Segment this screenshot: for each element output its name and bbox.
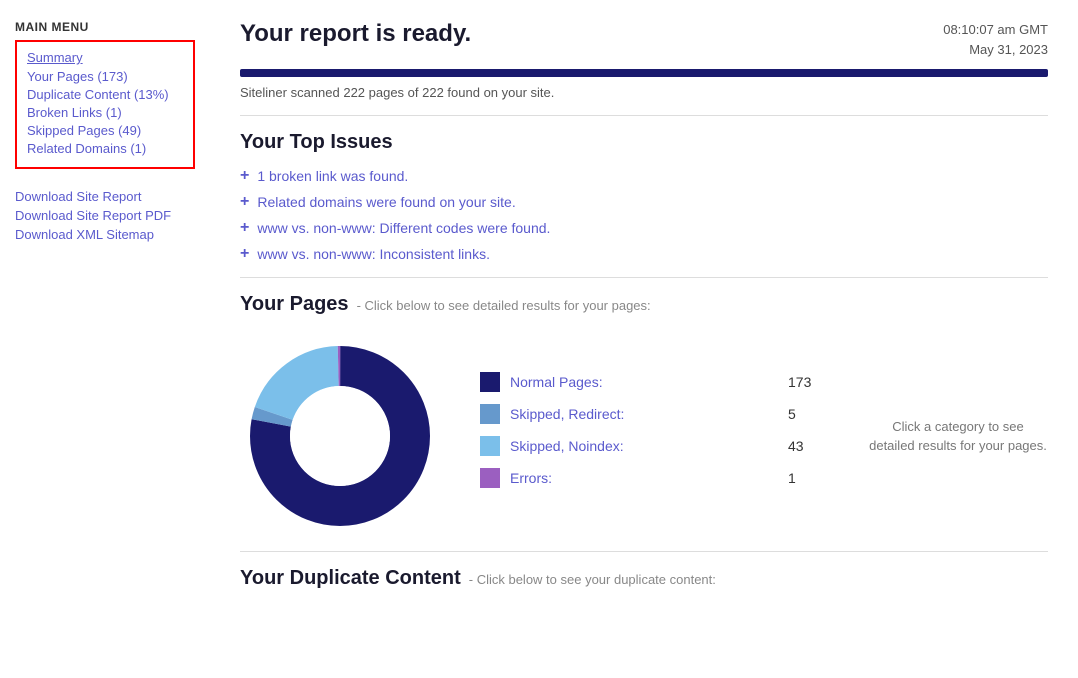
donut-svg bbox=[240, 336, 440, 536]
list-item[interactable]: + Related domains were found on your sit… bbox=[240, 194, 1048, 210]
main-content: Your report is ready. 08:10:07 am GMT Ma… bbox=[210, 0, 1078, 678]
download-xml-sitemap[interactable]: Download XML Sitemap bbox=[15, 227, 195, 242]
donut-center bbox=[290, 386, 390, 486]
timestamp-line2: May 31, 2023 bbox=[943, 40, 1048, 60]
legend-label-normal: Normal Pages: bbox=[510, 374, 778, 390]
divider-1 bbox=[240, 115, 1048, 116]
divider-2 bbox=[240, 277, 1048, 278]
report-timestamp: 08:10:07 am GMT May 31, 2023 bbox=[943, 20, 1048, 59]
list-item[interactable]: + www vs. non-www: Inconsistent links. bbox=[240, 246, 1048, 262]
sidebar-item-skipped-pages[interactable]: Skipped Pages (49) bbox=[27, 123, 183, 138]
donut-chart bbox=[240, 336, 440, 536]
sidebar-title: MAIN MENU bbox=[15, 20, 195, 34]
legend-item-noindex[interactable]: Skipped, Noindex: 43 bbox=[480, 436, 828, 456]
plus-icon: + bbox=[240, 168, 249, 184]
legend-item-normal[interactable]: Normal Pages: 173 bbox=[480, 372, 828, 392]
pages-section-header: Your Pages - Click below to see detailed… bbox=[240, 293, 1048, 316]
sidebar-item-summary[interactable]: Summary bbox=[27, 50, 183, 65]
list-item[interactable]: + www vs. non-www: Different codes were … bbox=[240, 220, 1048, 236]
plus-icon: + bbox=[240, 194, 249, 210]
sidebar-menu: Summary Your Pages (173) Duplicate Conte… bbox=[15, 40, 195, 169]
legend-label-redirect: Skipped, Redirect: bbox=[510, 406, 778, 422]
issue-text: www vs. non-www: Different codes were fo… bbox=[257, 220, 550, 236]
pages-chart-area: Normal Pages: 173 Skipped, Redirect: 5 S… bbox=[240, 336, 1048, 536]
issue-text: www vs. non-www: Inconsistent links. bbox=[257, 246, 490, 262]
legend-value-redirect: 5 bbox=[788, 406, 828, 422]
chart-note: Click a category to see detailed results… bbox=[868, 417, 1048, 456]
legend-value-normal: 173 bbox=[788, 374, 828, 390]
issue-text: Related domains were found on your site. bbox=[257, 194, 515, 210]
dup-section-header: Your Duplicate Content - Click below to … bbox=[240, 567, 1048, 590]
legend-color-normal bbox=[480, 372, 500, 392]
report-header: Your report is ready. 08:10:07 am GMT Ma… bbox=[240, 20, 1048, 59]
plus-icon: + bbox=[240, 246, 249, 262]
legend-label-errors: Errors: bbox=[510, 470, 778, 486]
issues-list: + 1 broken link was found. + Related dom… bbox=[240, 168, 1048, 262]
report-title: Your report is ready. bbox=[240, 20, 471, 48]
sidebar-downloads: Download Site Report Download Site Repor… bbox=[15, 189, 195, 242]
pages-subtitle: - Click below to see detailed results fo… bbox=[357, 298, 651, 313]
dup-subtitle: - Click below to see your duplicate cont… bbox=[469, 572, 716, 587]
progress-bar bbox=[240, 69, 1048, 77]
sidebar-item-duplicate-content[interactable]: Duplicate Content (13%) bbox=[27, 87, 183, 102]
legend-value-noindex: 43 bbox=[788, 438, 828, 454]
legend-item-redirect[interactable]: Skipped, Redirect: 5 bbox=[480, 404, 828, 424]
list-item[interactable]: + 1 broken link was found. bbox=[240, 168, 1048, 184]
sidebar-item-related-domains[interactable]: Related Domains (1) bbox=[27, 141, 183, 156]
scan-info: Siteliner scanned 222 pages of 222 found… bbox=[240, 85, 1048, 100]
legend-color-redirect bbox=[480, 404, 500, 424]
legend-color-noindex bbox=[480, 436, 500, 456]
issue-text: 1 broken link was found. bbox=[257, 168, 408, 184]
legend-value-errors: 1 bbox=[788, 470, 828, 486]
top-issues-title: Your Top Issues bbox=[240, 131, 1048, 154]
sidebar-item-your-pages[interactable]: Your Pages (173) bbox=[27, 69, 183, 84]
plus-icon: + bbox=[240, 220, 249, 236]
download-site-report-pdf[interactable]: Download Site Report PDF bbox=[15, 208, 195, 223]
legend-color-errors bbox=[480, 468, 500, 488]
sidebar: MAIN MENU Summary Your Pages (173) Dupli… bbox=[0, 0, 210, 678]
divider-3 bbox=[240, 551, 1048, 552]
sidebar-item-broken-links[interactable]: Broken Links (1) bbox=[27, 105, 183, 120]
legend-item-errors[interactable]: Errors: 1 bbox=[480, 468, 828, 488]
progress-bar-fill bbox=[240, 69, 1048, 77]
download-site-report[interactable]: Download Site Report bbox=[15, 189, 195, 204]
legend-label-noindex: Skipped, Noindex: bbox=[510, 438, 778, 454]
chart-legend: Normal Pages: 173 Skipped, Redirect: 5 S… bbox=[480, 372, 828, 500]
timestamp-line1: 08:10:07 am GMT bbox=[943, 20, 1048, 40]
pages-title: Your Pages bbox=[240, 293, 349, 316]
dup-title: Your Duplicate Content bbox=[240, 567, 461, 590]
